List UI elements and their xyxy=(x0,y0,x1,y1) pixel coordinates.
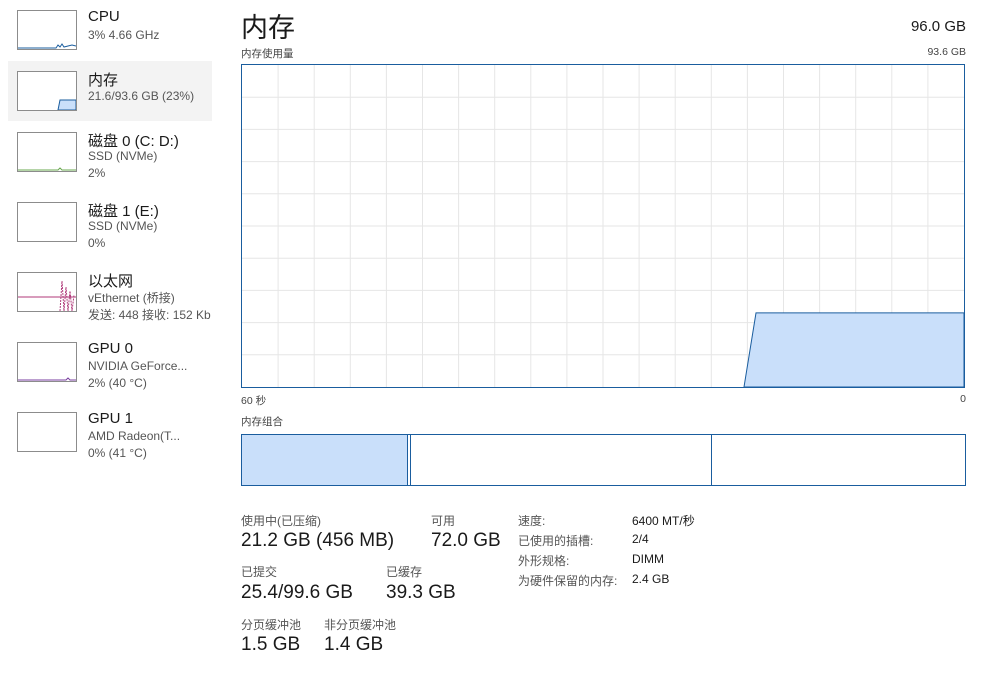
nonpaged-pool-value: 1.4 GB xyxy=(324,634,384,655)
committed-value: 25.4/99.6 GB xyxy=(241,582,353,603)
sidebar-item-detail: 2% xyxy=(88,166,106,180)
memory-usage-chart xyxy=(242,65,965,388)
in-use-value: 21.2 GB (456 MB) xyxy=(241,530,395,551)
disk-1-thumbnail-graph xyxy=(17,202,77,242)
disk-0-thumbnail-graph xyxy=(17,132,77,172)
committed-label: 已提交 xyxy=(241,565,278,579)
sidebar-item-title: GPU 0 xyxy=(88,340,134,357)
available-label: 可用 xyxy=(431,514,456,528)
composition-in-use xyxy=(242,435,408,485)
sidebar-item-title: GPU 1 xyxy=(88,410,134,427)
sidebar-item-ethernet[interactable]: 以太网 vEthernet (桥接) 发送: 448 接收: 152 Kb xyxy=(8,262,212,322)
cached-label: 已缓存 xyxy=(386,565,423,579)
memory-usage-graph xyxy=(241,64,965,388)
slots-used-label: 已使用的插槽: xyxy=(518,534,594,548)
sidebar-item-disk-0[interactable]: 磁盘 0 (C: D:) SSD (NVMe) 2% xyxy=(8,122,212,182)
paged-pool-value: 1.5 GB xyxy=(241,634,301,655)
sidebar-item-title: 以太网 xyxy=(88,273,134,290)
slots-used-value: 2/4 xyxy=(632,532,649,546)
usage-graph-max: 93.6 GB xyxy=(927,46,966,58)
sidebar-item-subtitle: 3% 4.66 GHz xyxy=(88,28,160,42)
memory-usage-area xyxy=(743,312,965,388)
sidebar-item-title: 磁盘 1 (E:) xyxy=(88,203,159,220)
graph-time-end: 0 xyxy=(960,393,966,405)
page-title: 内存 xyxy=(241,13,295,43)
sidebar-item-subtitle: SSD (NVMe) xyxy=(88,149,158,163)
sidebar-item-detail: 0% (41 °C) xyxy=(88,446,147,460)
sidebar-item-detail: 0% xyxy=(88,236,106,250)
nonpaged-pool-label: 非分页缓冲池 xyxy=(324,618,397,632)
graph-time-start: 60 秒 xyxy=(241,395,267,407)
sidebar-item-detail: 发送: 448 接收: 152 Kb xyxy=(88,308,211,322)
hardware-reserved-label: 为硬件保留的内存: xyxy=(518,574,618,588)
sidebar-item-disk-1[interactable]: 磁盘 1 (E:) SSD (NVMe) 0% xyxy=(8,192,212,252)
composition-standby xyxy=(411,435,712,485)
usage-graph-label: 内存使用量 xyxy=(241,48,294,60)
sidebar-item-subtitle: vEthernet (桥接) xyxy=(88,291,175,305)
sidebar-item-subtitle: AMD Radeon(T... xyxy=(88,429,181,443)
sidebar: CPU 3% 4.66 GHz 内存 21.6/93.6 GB (23%) 磁盘… xyxy=(8,0,212,678)
sidebar-item-title: 磁盘 0 (C: D:) xyxy=(88,133,179,150)
sidebar-item-cpu[interactable]: CPU 3% 4.66 GHz xyxy=(8,0,212,60)
memory-total: 96.0 GB xyxy=(910,18,966,35)
in-use-label: 使用中(已压缩) xyxy=(241,514,321,528)
composition-label: 内存组合 xyxy=(241,416,283,428)
gpu-0-thumbnail-graph xyxy=(17,342,77,382)
memory-thumbnail-graph xyxy=(17,71,77,111)
composition-free xyxy=(712,435,965,485)
sidebar-item-gpu-0[interactable]: GPU 0 NVIDIA GeForce... 2% (40 °C) xyxy=(8,332,212,392)
speed-value: 6400 MT/秒 xyxy=(632,514,695,528)
gpu-1-thumbnail-graph xyxy=(17,412,77,452)
hardware-reserved-value: 2.4 GB xyxy=(632,572,670,586)
sidebar-item-memory[interactable]: 内存 21.6/93.6 GB (23%) xyxy=(8,61,212,121)
ethernet-thumbnail-graph xyxy=(17,272,77,312)
speed-label: 速度: xyxy=(518,514,546,528)
paged-pool-label: 分页缓冲池 xyxy=(241,618,302,632)
cached-value: 39.3 GB xyxy=(386,582,456,603)
sidebar-item-subtitle: 21.6/93.6 GB (23%) xyxy=(88,89,195,103)
form-factor-value: DIMM xyxy=(632,552,664,566)
memory-composition-bar xyxy=(241,434,966,486)
sidebar-item-title: 内存 xyxy=(88,72,119,89)
cpu-thumbnail-graph xyxy=(17,10,77,50)
sidebar-item-gpu-1[interactable]: GPU 1 AMD Radeon(T... 0% (41 °C) xyxy=(8,402,212,462)
sidebar-item-title: CPU xyxy=(88,8,120,25)
sidebar-item-subtitle: NVIDIA GeForce... xyxy=(88,359,188,373)
form-factor-label: 外形规格: xyxy=(518,554,570,568)
available-value: 72.0 GB xyxy=(431,530,501,551)
sidebar-item-detail: 2% (40 °C) xyxy=(88,376,147,390)
sidebar-item-subtitle: SSD (NVMe) xyxy=(88,219,158,233)
